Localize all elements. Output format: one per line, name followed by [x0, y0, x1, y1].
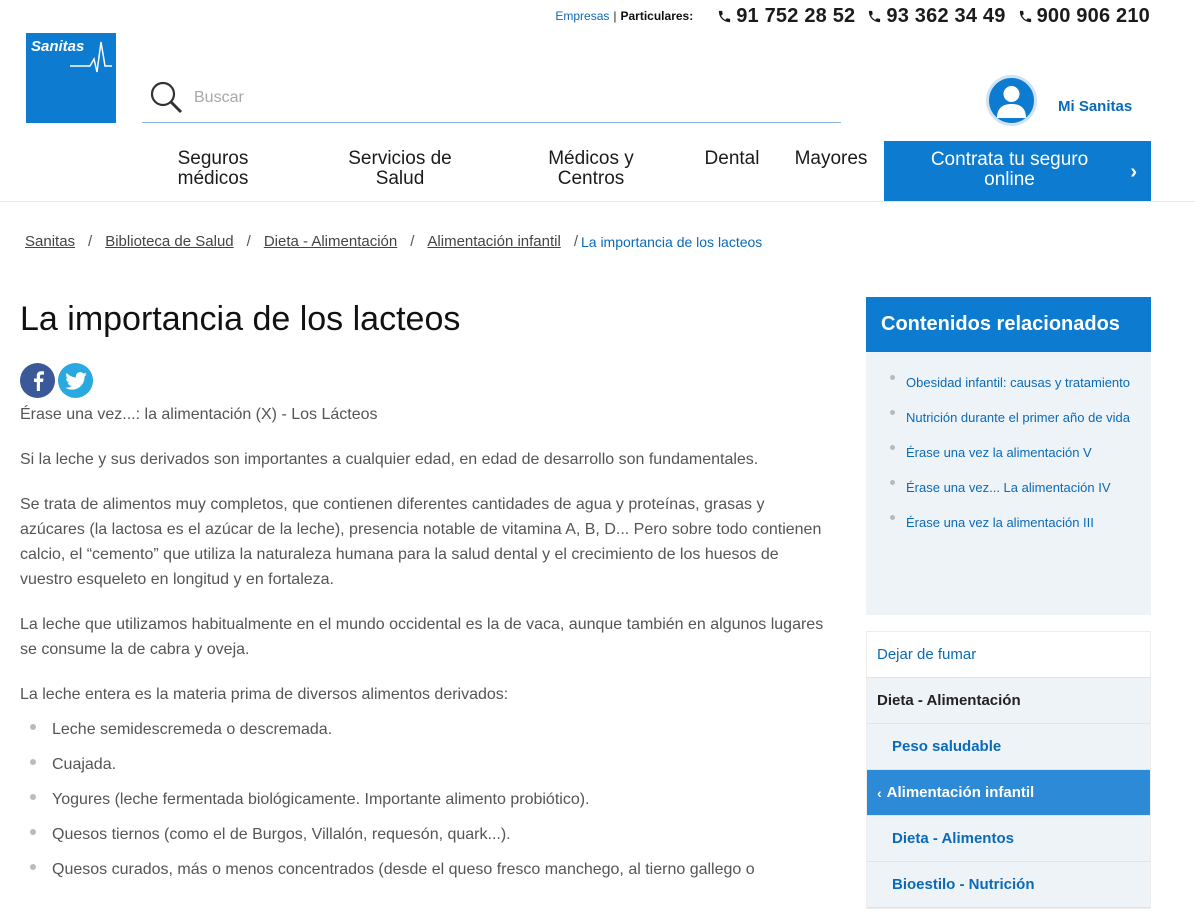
sidenav-item-alimentacion-infantil[interactable]: ‹ Alimentación infantil	[867, 770, 1150, 816]
sidenav-label: Alimentación infantil	[886, 784, 1035, 801]
nav-label: Médicos y Centros	[548, 148, 634, 189]
user-icon	[997, 86, 1026, 118]
sidenav-item-dieta-alimentacion[interactable]: Dieta - Alimentación	[867, 678, 1150, 724]
particulares-label: Particulares:	[620, 9, 694, 23]
top-bar: Empresas | Particulares: 91 752 28 52 93…	[555, 4, 1150, 28]
list-item: Yogures (leche fermentada biológicamente…	[20, 787, 830, 812]
phone-number-2-text: 93 362 34 49	[886, 4, 1006, 27]
derivatives-list: Leche semidescremeda o descremada. Cuaja…	[20, 717, 830, 882]
breadcrumb-link[interactable]: Alimentación infantil	[427, 233, 560, 250]
category-nav: Dejar de fumar Dieta - Alimentación Peso…	[866, 631, 1151, 909]
facebook-icon[interactable]	[20, 363, 55, 398]
article: La importancia de los lacteos Érase una …	[20, 300, 830, 892]
related-content: Contenidos relacionados Obesidad infanti…	[866, 297, 1151, 615]
list-item: Cuajada.	[20, 752, 830, 777]
nav-label: Seguros médicos	[177, 148, 249, 189]
article-paragraph: La leche que utilizamos habitualmente en…	[20, 616, 824, 658]
breadcrumb-separator: /	[246, 233, 251, 250]
sidenav-item-bioestilo-nutricion[interactable]: Bioestilo - Nutrición	[867, 862, 1150, 908]
twitter-icon[interactable]	[58, 363, 93, 398]
list-item: Quesos tiernos (como el de Burgos, Villa…	[20, 822, 830, 847]
page-title: La importancia de los lacteos	[20, 300, 461, 338]
phone-number-3-text: 900 906 210	[1036, 4, 1150, 27]
list-item: Quesos curados, más o menos concentrados…	[20, 857, 830, 882]
related-title: Contenidos relacionados	[866, 297, 1151, 352]
list-item: Leche semidescremeda o descremada.	[20, 717, 830, 742]
topbar-separator: |	[613, 9, 617, 23]
empresas-link[interactable]: Empresas	[555, 9, 609, 23]
breadcrumb-separator: /	[88, 233, 93, 250]
breadcrumb-link[interactable]: Biblioteca de Salud	[105, 233, 233, 250]
sidenav-label: Peso saludable	[892, 738, 1002, 755]
chevron-left-icon: ‹	[877, 784, 882, 801]
nav-divider	[0, 201, 1195, 202]
related-link[interactable]: Obesidad infantil: causas y tratamiento	[890, 370, 1141, 395]
sidenav-label: Dieta - Alimentos	[892, 830, 1014, 847]
nav-label: Mayores	[794, 148, 868, 169]
sidenav-label: Dieta - Alimentación	[877, 692, 1021, 709]
breadcrumb-separator: /	[410, 233, 415, 250]
sidenav-item-peso-saludable[interactable]: Peso saludable	[867, 724, 1150, 770]
sidenav-label: Bioestilo - Nutrición	[892, 876, 1035, 893]
related-link[interactable]: Nutrición durante el primer año de vida	[890, 405, 1141, 430]
phone-icon	[869, 10, 881, 22]
breadcrumb-link[interactable]: Sanitas	[25, 233, 75, 250]
article-paragraph: Si la leche y sus derivados son importan…	[20, 451, 759, 468]
phone-icon	[1019, 10, 1031, 22]
main-nav: Seguros médicos Servicios de Salud Médic…	[0, 141, 1195, 201]
nav-medicos-centros[interactable]: Médicos y Centros	[536, 149, 646, 189]
phone-number-1-text: 91 752 28 52	[736, 4, 856, 27]
heartbeat-icon	[70, 41, 112, 73]
sidenav-item-dejar-de-fumar[interactable]: Dejar de fumar	[867, 632, 1150, 678]
phone-icon	[719, 10, 731, 22]
sidenav-item-dieta-alimentos[interactable]: Dieta - Alimentos	[867, 816, 1150, 862]
breadcrumb-separator: /	[573, 233, 578, 250]
mi-sanitas-link[interactable]: Mi Sanitas	[1058, 98, 1132, 115]
nav-label: Dental	[704, 148, 760, 169]
search-input[interactable]	[194, 89, 794, 107]
breadcrumb: Sanitas / Biblioteca de Salud / Dieta - …	[25, 233, 762, 250]
nav-dental[interactable]: Dental	[698, 149, 766, 169]
breadcrumb-link[interactable]: Dieta - Alimentación	[264, 233, 397, 250]
user-avatar[interactable]	[986, 75, 1037, 126]
search-icon[interactable]	[150, 81, 184, 115]
nav-mayores[interactable]: Mayores	[790, 149, 872, 169]
search-bar	[142, 74, 841, 123]
sidenav-label: Dejar de fumar	[877, 646, 977, 663]
share-buttons	[20, 363, 830, 398]
nav-label: Servicios de Salud	[348, 148, 452, 189]
sanitas-logo[interactable]: Sanitas	[26, 33, 116, 123]
contrata-seguro-button[interactable]: Contrata tu seguro online ›	[884, 141, 1151, 201]
article-paragraph: La leche entera es la materia prima de d…	[20, 686, 509, 703]
related-link[interactable]: Érase una vez... La alimentación IV	[890, 475, 1141, 500]
phone-number-3[interactable]: 900 906 210	[1018, 5, 1150, 28]
related-link[interactable]: Érase una vez la alimentación V	[890, 440, 1141, 465]
phone-number-2[interactable]: 93 362 34 49	[867, 5, 1005, 28]
phone-number-1[interactable]: 91 752 28 52	[717, 5, 855, 28]
breadcrumb-current: La importancia de los lacteos	[580, 233, 763, 250]
article-subtitle: Érase una vez...: la alimentación (X) - …	[20, 406, 378, 423]
chevron-right-icon: ›	[1130, 161, 1137, 183]
related-link[interactable]: Érase una vez la alimentación III	[890, 510, 1141, 535]
article-paragraph: Se trata de alimentos muy completos, que…	[20, 496, 822, 588]
nav-seguros-medicos[interactable]: Seguros médicos	[163, 149, 263, 189]
nav-servicios-salud[interactable]: Servicios de Salud	[335, 149, 465, 189]
cta-label: Contrata tu seguro online	[930, 149, 1089, 190]
related-list: Obesidad infantil: causas y tratamiento …	[866, 352, 1151, 615]
